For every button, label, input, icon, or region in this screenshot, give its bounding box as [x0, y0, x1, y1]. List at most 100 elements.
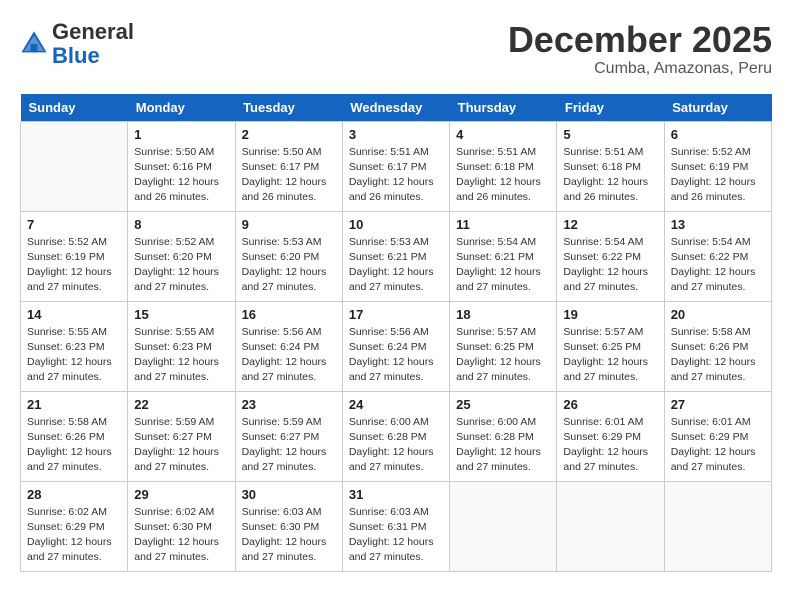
day-number: 23	[242, 397, 336, 412]
day-info: Sunrise: 6:00 AMSunset: 6:28 PMDaylight:…	[456, 415, 550, 476]
day-info: Sunrise: 5:51 AMSunset: 6:17 PMDaylight:…	[349, 145, 443, 206]
calendar-day-cell: 21 Sunrise: 5:58 AMSunset: 6:26 PMDayligh…	[21, 391, 128, 481]
calendar-day-cell: 10 Sunrise: 5:53 AMSunset: 6:21 PMDayligh…	[342, 211, 449, 301]
day-number: 8	[134, 217, 228, 232]
calendar-day-cell: 13 Sunrise: 5:54 AMSunset: 6:22 PMDayligh…	[664, 211, 771, 301]
calendar-day-cell: 1 Sunrise: 5:50 AMSunset: 6:16 PMDaylight…	[128, 121, 235, 211]
weekday-header-cell: Monday	[128, 94, 235, 122]
day-number: 16	[242, 307, 336, 322]
calendar-day-cell: 11 Sunrise: 5:54 AMSunset: 6:21 PMDayligh…	[450, 211, 557, 301]
day-number: 5	[563, 127, 657, 142]
day-number: 2	[242, 127, 336, 142]
day-info: Sunrise: 5:59 AMSunset: 6:27 PMDaylight:…	[134, 415, 228, 476]
day-info: Sunrise: 5:53 AMSunset: 6:20 PMDaylight:…	[242, 235, 336, 296]
calendar-day-cell: 25Sunrise: 6:00 AMSunset: 6:28 PMDayligh…	[450, 391, 557, 481]
day-number: 31	[349, 487, 443, 502]
day-info: Sunrise: 5:55 AMSunset: 6:23 PMDaylight:…	[27, 325, 121, 386]
day-number: 3	[349, 127, 443, 142]
day-number: 9	[242, 217, 336, 232]
day-info: Sunrise: 6:02 AMSunset: 6:30 PMDaylight:…	[134, 505, 228, 566]
calendar-week-row: 21 Sunrise: 5:58 AMSunset: 6:26 PMDayligh…	[21, 391, 772, 481]
weekday-header-cell: Sunday	[21, 94, 128, 122]
weekday-header-cell: Friday	[557, 94, 664, 122]
day-number: 1	[134, 127, 228, 142]
day-info: Sunrise: 5:52 AMSunset: 6:19 PMDaylight:…	[27, 235, 121, 296]
day-number: 26	[563, 397, 657, 412]
day-number: 15	[134, 307, 228, 322]
calendar-day-cell: 28 Sunrise: 6:02 AMSunset: 6:29 PMDayligh…	[21, 481, 128, 571]
logo: General Blue	[20, 20, 134, 68]
day-number: 28	[27, 487, 121, 502]
day-info: Sunrise: 5:52 AMSunset: 6:20 PMDaylight:…	[134, 235, 228, 296]
calendar-day-cell: 9 Sunrise: 5:53 AMSunset: 6:20 PMDaylight…	[235, 211, 342, 301]
day-number: 22	[134, 397, 228, 412]
calendar-day-cell	[557, 481, 664, 571]
day-number: 30	[242, 487, 336, 502]
day-info: Sunrise: 6:03 AMSunset: 6:30 PMDaylight:…	[242, 505, 336, 566]
day-info: Sunrise: 6:01 AMSunset: 6:29 PMDaylight:…	[671, 415, 765, 476]
calendar-week-row: 1 Sunrise: 5:50 AMSunset: 6:16 PMDaylight…	[21, 121, 772, 211]
day-number: 19	[563, 307, 657, 322]
day-number: 21	[27, 397, 121, 412]
day-number: 18	[456, 307, 550, 322]
day-info: Sunrise: 5:58 AMSunset: 6:26 PMDaylight:…	[27, 415, 121, 476]
calendar-table: SundayMondayTuesdayWednesdayThursdayFrid…	[20, 94, 772, 572]
weekday-header-cell: Thursday	[450, 94, 557, 122]
calendar-day-cell: 17Sunrise: 5:56 AMSunset: 6:24 PMDayligh…	[342, 301, 449, 391]
calendar-day-cell: 18 Sunrise: 5:57 AMSunset: 6:25 PMDayligh…	[450, 301, 557, 391]
calendar-day-cell: 19 Sunrise: 5:57 AMSunset: 6:25 PMDayligh…	[557, 301, 664, 391]
day-info: Sunrise: 5:57 AMSunset: 6:25 PMDaylight:…	[456, 325, 550, 386]
weekday-header-cell: Tuesday	[235, 94, 342, 122]
calendar-day-cell: 7Sunrise: 5:52 AMSunset: 6:19 PMDaylight…	[21, 211, 128, 301]
day-info: Sunrise: 6:03 AMSunset: 6:31 PMDaylight:…	[349, 505, 443, 566]
logo-general-text: General	[52, 19, 134, 44]
calendar-day-cell: 23 Sunrise: 5:59 AMSunset: 6:27 PMDayligh…	[235, 391, 342, 481]
day-info: Sunrise: 5:57 AMSunset: 6:25 PMDaylight:…	[563, 325, 657, 386]
weekday-header-row: SundayMondayTuesdayWednesdayThursdayFrid…	[21, 94, 772, 122]
calendar-day-cell: 24 Sunrise: 6:00 AMSunset: 6:28 PMDayligh…	[342, 391, 449, 481]
location-subtitle: Cumba, Amazonas, Peru	[508, 60, 772, 78]
title-block: December 2025 Cumba, Amazonas, Peru	[508, 20, 772, 78]
day-number: 10	[349, 217, 443, 232]
calendar-day-cell: 2 Sunrise: 5:50 AMSunset: 6:17 PMDaylight…	[235, 121, 342, 211]
day-number: 29	[134, 487, 228, 502]
day-info: Sunrise: 5:55 AMSunset: 6:23 PMDaylight:…	[134, 325, 228, 386]
day-number: 20	[671, 307, 765, 322]
calendar-week-row: 14 Sunrise: 5:55 AMSunset: 6:23 PMDayligh…	[21, 301, 772, 391]
day-number: 27	[671, 397, 765, 412]
calendar-day-cell: 27 Sunrise: 6:01 AMSunset: 6:29 PMDayligh…	[664, 391, 771, 481]
day-number: 11	[456, 217, 550, 232]
day-info: Sunrise: 5:54 AMSunset: 6:21 PMDaylight:…	[456, 235, 550, 296]
day-info: Sunrise: 5:51 AMSunset: 6:18 PMDaylight:…	[456, 145, 550, 206]
day-info: Sunrise: 5:51 AMSunset: 6:18 PMDaylight:…	[563, 145, 657, 206]
calendar-day-cell: 29 Sunrise: 6:02 AMSunset: 6:30 PMDayligh…	[128, 481, 235, 571]
calendar-day-cell: 14 Sunrise: 5:55 AMSunset: 6:23 PMDayligh…	[21, 301, 128, 391]
day-number: 14	[27, 307, 121, 322]
calendar-day-cell: 15 Sunrise: 5:55 AMSunset: 6:23 PMDayligh…	[128, 301, 235, 391]
calendar-day-cell: 22 Sunrise: 5:59 AMSunset: 6:27 PMDayligh…	[128, 391, 235, 481]
day-info: Sunrise: 5:56 AMSunset: 6:24 PMDaylight:…	[242, 325, 336, 386]
calendar-day-cell: 20 Sunrise: 5:58 AMSunset: 6:26 PMDayligh…	[664, 301, 771, 391]
calendar-week-row: 7Sunrise: 5:52 AMSunset: 6:19 PMDaylight…	[21, 211, 772, 301]
month-year-title: December 2025	[508, 20, 772, 60]
calendar-day-cell	[664, 481, 771, 571]
day-number: 4	[456, 127, 550, 142]
calendar-day-cell: 26Sunrise: 6:01 AMSunset: 6:29 PMDayligh…	[557, 391, 664, 481]
day-info: Sunrise: 6:02 AMSunset: 6:29 PMDaylight:…	[27, 505, 121, 566]
day-info: Sunrise: 5:54 AMSunset: 6:22 PMDaylight:…	[671, 235, 765, 296]
day-info: Sunrise: 5:58 AMSunset: 6:26 PMDaylight:…	[671, 325, 765, 386]
day-info: Sunrise: 5:54 AMSunset: 6:22 PMDaylight:…	[563, 235, 657, 296]
day-info: Sunrise: 5:50 AMSunset: 6:17 PMDaylight:…	[242, 145, 336, 206]
day-number: 13	[671, 217, 765, 232]
calendar-day-cell: 12Sunrise: 5:54 AMSunset: 6:22 PMDayligh…	[557, 211, 664, 301]
day-info: Sunrise: 5:53 AMSunset: 6:21 PMDaylight:…	[349, 235, 443, 296]
calendar-day-cell	[21, 121, 128, 211]
day-number: 24	[349, 397, 443, 412]
calendar-day-cell: 16 Sunrise: 5:56 AMSunset: 6:24 PMDayligh…	[235, 301, 342, 391]
calendar-day-cell: 30 Sunrise: 6:03 AMSunset: 6:30 PMDayligh…	[235, 481, 342, 571]
day-info: Sunrise: 5:59 AMSunset: 6:27 PMDaylight:…	[242, 415, 336, 476]
day-number: 17	[349, 307, 443, 322]
day-info: Sunrise: 6:00 AMSunset: 6:28 PMDaylight:…	[349, 415, 443, 476]
day-info: Sunrise: 5:50 AMSunset: 6:16 PMDaylight:…	[134, 145, 228, 206]
calendar-body: 1 Sunrise: 5:50 AMSunset: 6:16 PMDaylight…	[21, 121, 772, 571]
